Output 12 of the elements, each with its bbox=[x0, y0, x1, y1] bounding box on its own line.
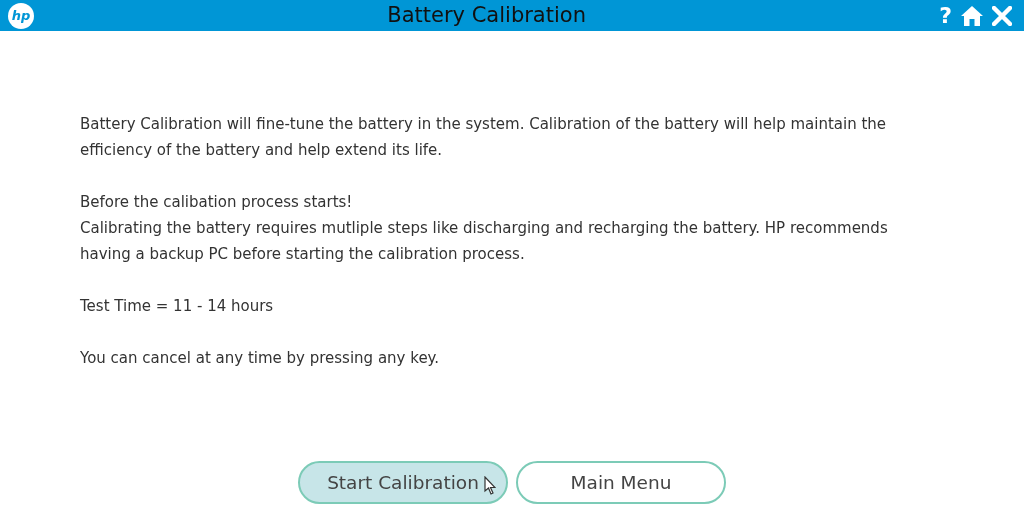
paragraph-text: Test Time = 11 - 14 hours bbox=[80, 296, 275, 317]
paragraph-text: Before the calibation process starts! bbox=[80, 192, 354, 213]
paragraph-text: Battery Calibration will fine-tune the battery in the system. Calibration of the battery will help maintain the efficiency of the battery and help extend its life. bbox=[80, 114, 888, 161]
cursor-icon bbox=[484, 476, 496, 495]
paragraph-text: Calibrating the battery requires mutliple steps like discharging and recharging the battery. HP recommends having a backup PC before starting the calibration process. bbox=[80, 218, 889, 265]
menu-button[interactable]: Start Calibration bbox=[298, 461, 508, 504]
paragraph-text: You can cancel at any time by pressing any key. bbox=[80, 348, 441, 369]
menu-button[interactable]: Main Menu bbox=[516, 461, 726, 504]
close-icon[interactable] bbox=[992, 5, 1012, 26]
home-icon[interactable] bbox=[960, 4, 984, 27]
logo: hp bbox=[8, 2, 34, 29]
window-title: Battery Calibration bbox=[386, 1, 587, 29]
